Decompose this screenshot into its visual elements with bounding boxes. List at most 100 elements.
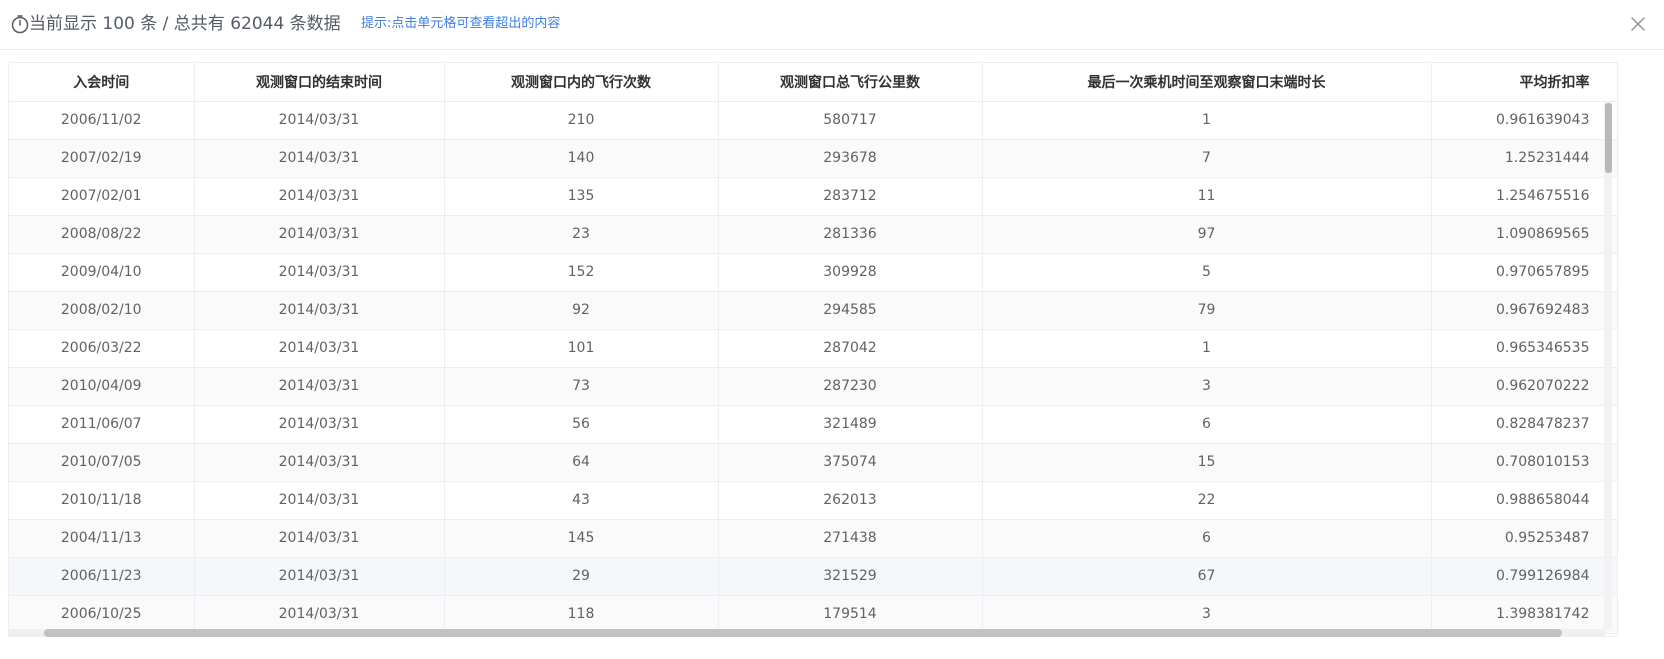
table-cell[interactable]: 152 xyxy=(444,253,719,292)
table-cell[interactable]: 15 xyxy=(982,443,1432,482)
table-cell[interactable]: 0.799126984 xyxy=(1431,557,1617,596)
data-table: 入会时间 观测窗口的结束时间 观测窗口内的飞行次数 观测窗口总飞行公里数 最后一次乘机时… xyxy=(8,62,1618,637)
table-cell[interactable]: 321529 xyxy=(718,557,983,596)
table-cell[interactable]: 0.708010153 xyxy=(1431,443,1617,482)
table-cell[interactable]: 2010/07/05 xyxy=(9,443,195,482)
table-cell[interactable]: 7 xyxy=(982,139,1432,178)
column-header[interactable]: 平均折扣率 xyxy=(1431,63,1617,102)
table-cell[interactable]: 309928 xyxy=(718,253,983,292)
table-row: 2006/10/25 2014/03/31 118 179514 3 1.39838174… xyxy=(9,595,1617,634)
table-cell[interactable]: 2006/10/25 xyxy=(9,595,195,634)
table-cell[interactable]: 2014/03/31 xyxy=(194,405,445,444)
table-cell[interactable]: 271438 xyxy=(718,519,983,558)
table-cell[interactable]: 1.398381742 xyxy=(1431,595,1617,634)
table-cell[interactable]: 2014/03/31 xyxy=(194,443,445,482)
table-cell[interactable]: 2014/03/31 xyxy=(194,215,445,254)
timer-icon xyxy=(11,15,29,34)
table-cell[interactable]: 56 xyxy=(444,405,719,444)
table-cell[interactable]: 6 xyxy=(982,405,1432,444)
table-cell[interactable]: 375074 xyxy=(718,443,983,482)
table-cell[interactable]: 5 xyxy=(982,253,1432,292)
table-cell[interactable]: 118 xyxy=(444,595,719,634)
vertical-scrollbar-track[interactable] xyxy=(1604,102,1612,629)
table-cell[interactable]: 0.961639043 xyxy=(1431,101,1617,140)
table-cell[interactable]: 64 xyxy=(444,443,719,482)
table-cell[interactable]: 2010/11/18 xyxy=(9,481,195,520)
table-row: 2008/02/10 2014/03/31 92 294585 79 0.96769248… xyxy=(9,291,1617,330)
table-cell[interactable]: 2010/04/09 xyxy=(9,367,195,406)
vertical-scrollbar-thumb[interactable] xyxy=(1605,103,1612,173)
table-cell[interactable]: 0.970657895 xyxy=(1431,253,1617,292)
table-cell[interactable]: 6 xyxy=(982,519,1432,558)
table-cell[interactable]: 2014/03/31 xyxy=(194,367,445,406)
table-cell[interactable]: 2014/03/31 xyxy=(194,329,445,368)
column-header[interactable]: 观测窗口内的飞行次数 xyxy=(444,63,719,102)
table-cell[interactable]: 1 xyxy=(982,101,1432,140)
table-cell[interactable]: 0.962070222 xyxy=(1431,367,1617,406)
table-cell[interactable]: 2014/03/31 xyxy=(194,253,445,292)
table-cell[interactable]: 0.967692483 xyxy=(1431,291,1617,330)
table-cell[interactable]: 179514 xyxy=(718,595,983,634)
table-cell[interactable]: 140 xyxy=(444,139,719,178)
table-cell[interactable]: 0.965346535 xyxy=(1431,329,1617,368)
table-cell[interactable]: 1.25231444 xyxy=(1431,139,1617,178)
table-cell[interactable]: 97 xyxy=(982,215,1432,254)
column-header[interactable]: 观测窗口总飞行公里数 xyxy=(718,63,983,102)
table-cell[interactable]: 262013 xyxy=(718,481,983,520)
table-cell[interactable]: 2009/04/10 xyxy=(9,253,195,292)
table-cell[interactable]: 287042 xyxy=(718,329,983,368)
table-cell[interactable]: 145 xyxy=(444,519,719,558)
table-cell[interactable]: 281336 xyxy=(718,215,983,254)
table-cell[interactable]: 0.95253487 xyxy=(1431,519,1617,558)
table-cell[interactable]: 11 xyxy=(982,177,1432,216)
table-cell[interactable]: 2014/03/31 xyxy=(194,291,445,330)
table-cell[interactable]: 3 xyxy=(982,367,1432,406)
table-cell[interactable]: 2014/03/31 xyxy=(194,481,445,520)
table-cell[interactable]: 2008/02/10 xyxy=(9,291,195,330)
table-cell[interactable]: 0.828478237 xyxy=(1431,405,1617,444)
table-cell[interactable]: 101 xyxy=(444,329,719,368)
column-header[interactable]: 入会时间 xyxy=(9,63,195,102)
table-cell[interactable]: 0.988658044 xyxy=(1431,481,1617,520)
table-cell[interactable]: 22 xyxy=(982,481,1432,520)
table-cell[interactable]: 29 xyxy=(444,557,719,596)
table-cell[interactable]: 3 xyxy=(982,595,1432,634)
table-cell[interactable]: 1 xyxy=(982,329,1432,368)
table-cell[interactable]: 2014/03/31 xyxy=(194,595,445,634)
table-cell[interactable]: 135 xyxy=(444,177,719,216)
table-cell[interactable]: 73 xyxy=(444,367,719,406)
table-cell[interactable]: 283712 xyxy=(718,177,983,216)
table-cell[interactable]: 210 xyxy=(444,101,719,140)
table-cell[interactable]: 79 xyxy=(982,291,1432,330)
table-cell[interactable]: 2007/02/19 xyxy=(9,139,195,178)
table-cell[interactable]: 1.090869565 xyxy=(1431,215,1617,254)
table-cell[interactable]: 321489 xyxy=(718,405,983,444)
table-cell[interactable]: 2014/03/31 xyxy=(194,519,445,558)
table-cell[interactable]: 2014/03/31 xyxy=(194,139,445,178)
column-header[interactable]: 最后一次乘机时间至观察窗口末端时长 xyxy=(982,63,1432,102)
table-cell[interactable]: 2006/03/22 xyxy=(9,329,195,368)
table-cell[interactable]: 287230 xyxy=(718,367,983,406)
table-cell[interactable]: 2006/11/02 xyxy=(9,101,195,140)
table-cell[interactable]: 2014/03/31 xyxy=(194,177,445,216)
table-cell[interactable]: 2007/02/01 xyxy=(9,177,195,216)
table-cell[interactable]: 92 xyxy=(444,291,719,330)
table-row: 2009/04/10 2014/03/31 152 309928 5 0.97065789… xyxy=(9,253,1617,292)
close-icon[interactable] xyxy=(1629,15,1647,33)
table-cell[interactable]: 293678 xyxy=(718,139,983,178)
table-cell[interactable]: 67 xyxy=(982,557,1432,596)
record-count-summary: 当前显示 100 条 / 总共有 62044 条数据 xyxy=(29,14,341,34)
table-cell[interactable]: 23 xyxy=(444,215,719,254)
table-cell[interactable]: 580717 xyxy=(718,101,983,140)
table-cell[interactable]: 2008/08/22 xyxy=(9,215,195,254)
table-cell[interactable]: 2004/11/13 xyxy=(9,519,195,558)
table-cell[interactable]: 2006/11/23 xyxy=(9,557,195,596)
table-cell[interactable]: 2014/03/31 xyxy=(194,101,445,140)
table-cell[interactable]: 43 xyxy=(444,481,719,520)
table-cell[interactable]: 294585 xyxy=(718,291,983,330)
horizontal-scrollbar-thumb[interactable] xyxy=(44,629,1562,637)
table-cell[interactable]: 1.254675516 xyxy=(1431,177,1617,216)
table-cell[interactable]: 2014/03/31 xyxy=(194,557,445,596)
table-cell[interactable]: 2011/06/07 xyxy=(9,405,195,444)
column-header[interactable]: 观测窗口的结束时间 xyxy=(194,63,445,102)
